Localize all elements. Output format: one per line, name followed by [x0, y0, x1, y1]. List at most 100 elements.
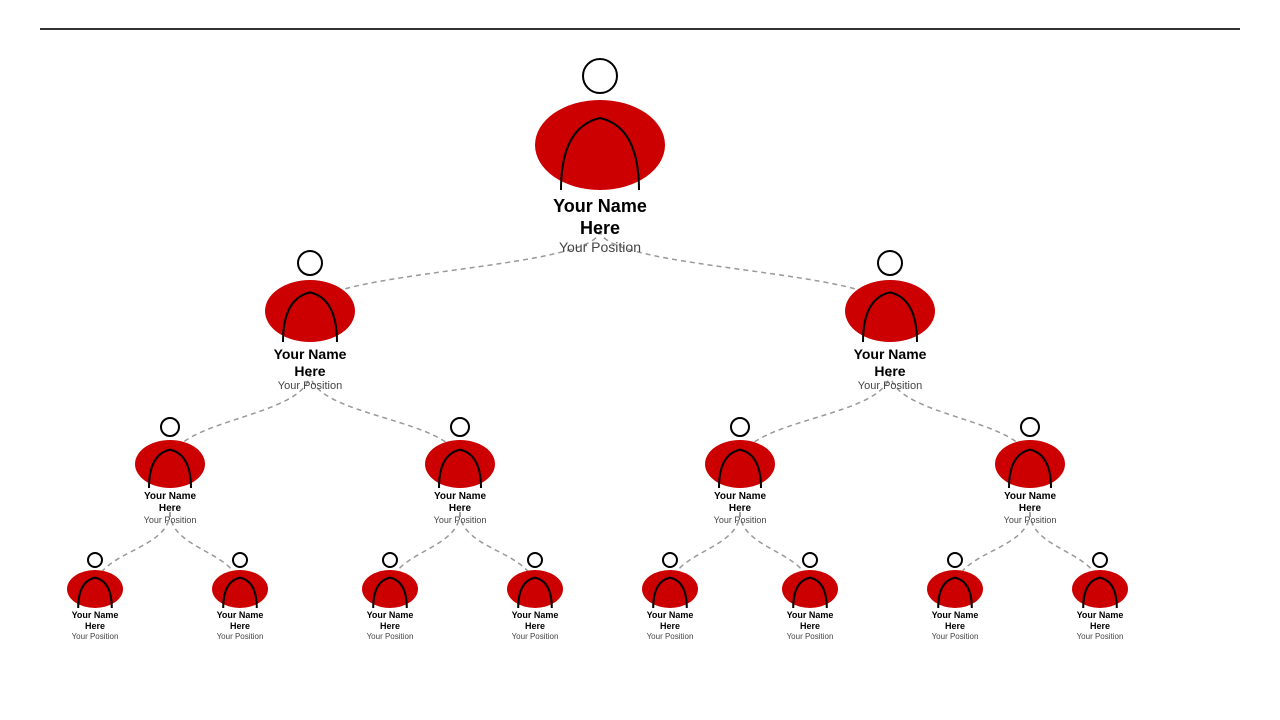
node-lr[interactable]: Your Name Here Your Position — [425, 440, 495, 525]
person-ellipse-lr — [425, 440, 495, 488]
node-position-lrl: Your Position — [367, 632, 414, 641]
page-title — [40, 20, 1240, 30]
node-ll[interactable]: Your Name Here Your Position — [135, 440, 205, 525]
head-circle-r1 — [877, 250, 903, 276]
node-name-lr: Your Name Here — [425, 491, 495, 515]
body-svg-llr — [212, 570, 268, 608]
person-icon-rrr — [1072, 570, 1128, 608]
node-rll[interactable]: Your Name Here Your Position — [642, 570, 698, 641]
person-ellipse-root — [535, 100, 665, 190]
node-rr[interactable]: Your Name Here Your Position — [995, 440, 1065, 525]
person-icon-l1 — [265, 280, 355, 342]
person-icon-root — [535, 100, 665, 190]
node-position-l1: Your Position — [278, 380, 342, 392]
node-name-lrl: Your Name Here — [362, 610, 418, 632]
person-ellipse-rrr — [1072, 570, 1128, 608]
person-icon-lrr — [507, 570, 563, 608]
head-circle-lrl — [382, 552, 398, 568]
person-icon-rrl — [927, 570, 983, 608]
head-circle-lr — [450, 417, 470, 437]
head-circle-lll — [87, 552, 103, 568]
node-rl[interactable]: Your Name Here Your Position — [705, 440, 775, 525]
body-svg-r1 — [845, 280, 935, 342]
node-position-root: Your Position — [559, 239, 641, 255]
body-svg-lll — [67, 570, 123, 608]
head-circle-llr — [232, 552, 248, 568]
head-circle-root — [582, 58, 618, 94]
head-circle-rll — [662, 552, 678, 568]
head-circle-rrl — [947, 552, 963, 568]
person-ellipse-l1 — [265, 280, 355, 342]
person-icon-r1 — [845, 280, 935, 342]
node-position-llr: Your Position — [217, 632, 264, 641]
head-circle-ll — [160, 417, 180, 437]
body-svg-l1 — [265, 280, 355, 342]
person-ellipse-lll — [67, 570, 123, 608]
person-ellipse-ll — [135, 440, 205, 488]
node-position-lrr: Your Position — [512, 632, 559, 641]
person-icon-rlr — [782, 570, 838, 608]
node-root[interactable]: Your Name Here Your Position — [535, 100, 665, 255]
node-name-lll: Your Name Here — [67, 610, 123, 632]
person-icon-lrl — [362, 570, 418, 608]
body-svg-ll — [135, 440, 205, 488]
node-rrl[interactable]: Your Name Here Your Position — [927, 570, 983, 641]
node-position-lr: Your Position — [434, 515, 487, 525]
person-icon-llr — [212, 570, 268, 608]
node-name-llr: Your Name Here — [212, 610, 268, 632]
node-name-rr: Your Name Here — [995, 491, 1065, 515]
avatar-rl — [705, 440, 775, 488]
node-position-rrl: Your Position — [932, 632, 979, 641]
avatar-rlr — [782, 570, 838, 608]
avatar-rrl — [927, 570, 983, 608]
node-r1[interactable]: Your Name Here Your Position — [845, 280, 935, 392]
body-svg-lrl — [362, 570, 418, 608]
node-position-lll: Your Position — [72, 632, 119, 641]
person-ellipse-rlr — [782, 570, 838, 608]
node-position-rl: Your Position — [714, 515, 767, 525]
node-llr[interactable]: Your Name Here Your Position — [212, 570, 268, 641]
avatar-lrr — [507, 570, 563, 608]
chart-area: Your Name Here Your Position Your Name H… — [40, 40, 1240, 660]
body-svg-rr — [995, 440, 1065, 488]
head-circle-l1 — [297, 250, 323, 276]
person-icon-rl — [705, 440, 775, 488]
person-ellipse-rll — [642, 570, 698, 608]
avatar-ll — [135, 440, 205, 488]
person-ellipse-lrr — [507, 570, 563, 608]
node-lrl[interactable]: Your Name Here Your Position — [362, 570, 418, 641]
avatar-rrr — [1072, 570, 1128, 608]
body-svg-lr — [425, 440, 495, 488]
person-icon-rll — [642, 570, 698, 608]
avatar-rll — [642, 570, 698, 608]
body-svg-rll — [642, 570, 698, 608]
person-icon-lr — [425, 440, 495, 488]
head-circle-rl — [730, 417, 750, 437]
node-position-ll: Your Position — [144, 515, 197, 525]
avatar-lr — [425, 440, 495, 488]
person-ellipse-rl — [705, 440, 775, 488]
node-rlr[interactable]: Your Name Here Your Position — [782, 570, 838, 641]
head-circle-rlr — [802, 552, 818, 568]
body-svg-lrr — [507, 570, 563, 608]
person-ellipse-rr — [995, 440, 1065, 488]
avatar-l1 — [265, 280, 355, 342]
node-lrr[interactable]: Your Name Here Your Position — [507, 570, 563, 641]
node-name-r1: Your Name Here — [845, 346, 935, 380]
node-name-rlr: Your Name Here — [782, 610, 838, 632]
avatar-rr — [995, 440, 1065, 488]
node-position-rr: Your Position — [1004, 515, 1057, 525]
node-lll[interactable]: Your Name Here Your Position — [67, 570, 123, 641]
avatar-lrl — [362, 570, 418, 608]
node-rrr[interactable]: Your Name Here Your Position — [1072, 570, 1128, 641]
person-ellipse-llr — [212, 570, 268, 608]
body-svg-rl — [705, 440, 775, 488]
node-name-rrl: Your Name Here — [927, 610, 983, 632]
person-ellipse-r1 — [845, 280, 935, 342]
node-l1[interactable]: Your Name Here Your Position — [265, 280, 355, 392]
node-position-rll: Your Position — [647, 632, 694, 641]
avatar-llr — [212, 570, 268, 608]
node-position-r1: Your Position — [858, 380, 922, 392]
body-svg-rrl — [927, 570, 983, 608]
node-name-rll: Your Name Here — [642, 610, 698, 632]
